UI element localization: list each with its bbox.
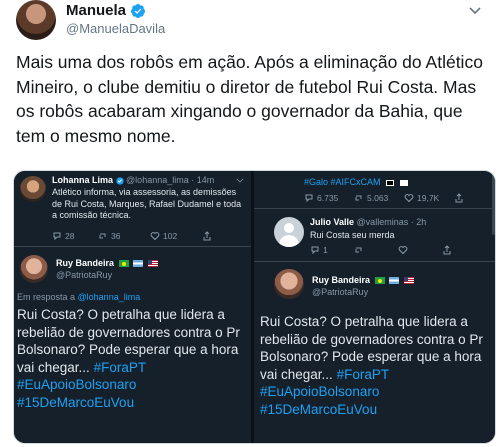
argentina-flag-icon xyxy=(133,260,144,268)
brazil-flag-icon xyxy=(118,260,129,268)
reply-action[interactable]: 6.735 xyxy=(304,193,338,203)
usa-flag-icon xyxy=(147,260,158,268)
quoted-author-handle: @valleminas · 2h xyxy=(356,217,427,227)
top-hashtags: #Galo #AIFCxCAM xyxy=(304,177,408,189)
reply-count: 28 xyxy=(65,231,75,241)
share-action[interactable] xyxy=(202,231,212,241)
heart-icon xyxy=(150,232,160,241)
reply-icon xyxy=(311,246,319,255)
quoted-author-handle: @lohanna_lima · 14m xyxy=(126,175,215,185)
like-action[interactable]: 19,7K xyxy=(404,193,439,203)
quoted-author-row: Lohanna Lima @lohanna_lima · 14m xyxy=(52,175,214,185)
heart-icon xyxy=(404,194,414,203)
author-name[interactable]: Manuela xyxy=(66,2,126,19)
top-hashtags-text[interactable]: #Galo #AIFCxCAM xyxy=(304,177,381,187)
hashtag-foraPT[interactable]: #ForaPT xyxy=(94,360,147,375)
reply-to-prefix: Em resposta a xyxy=(17,292,78,302)
quoted-author-row: Julio Valle @valleminas · 2h xyxy=(310,217,426,227)
tweet-text: Mais uma dos robôs em ação. Após a elimi… xyxy=(16,52,483,146)
author-handle[interactable]: @ManuelaDavila xyxy=(66,21,165,36)
reply-to-line: Em resposta a @lohanna_lima xyxy=(17,292,140,302)
tweet-media-image[interactable]: Lohanna Lima @lohanna_lima · 14m Atlétic… xyxy=(13,170,496,444)
share-icon xyxy=(443,245,451,255)
retweet-icon xyxy=(355,195,362,201)
tweet-header: Manuela @ManuelaDavila xyxy=(16,0,486,44)
share-action[interactable] xyxy=(442,245,452,255)
reply-action[interactable]: 28 xyxy=(52,231,74,241)
reply-author-name: Ruy Bandeira xyxy=(56,258,115,268)
hashtag-15DeMarcoEuVou[interactable]: #15DeMarcoEuVou xyxy=(260,402,377,417)
hashtag-foraPT[interactable]: #ForaPT xyxy=(337,367,390,382)
retweet-icon xyxy=(355,247,362,253)
reply-icon xyxy=(53,232,61,241)
share-icon xyxy=(203,231,211,241)
quoted-tweet-text: Atlético informa, via assessoria, as dem… xyxy=(52,187,242,220)
hashtag-15DeMarcoEuVou[interactable]: #15DeMarcoEuVou xyxy=(17,395,134,410)
argentina-flag-icon xyxy=(389,277,400,285)
reply-tweet-text: Rui Costa? O petralha que lidera a rebel… xyxy=(260,313,494,418)
usa-flag-icon xyxy=(403,277,414,285)
reply-author-name: Ruy Bandeira xyxy=(312,275,371,285)
brazil-flag-icon xyxy=(374,277,385,285)
left-screenshot-panel: Lohanna Lima @lohanna_lima · 14m Atlétic… xyxy=(14,171,251,443)
retweet-action[interactable] xyxy=(354,245,364,255)
flag-icon xyxy=(399,179,408,186)
separator xyxy=(14,246,251,247)
heart-icon xyxy=(398,246,408,255)
like-count: 102 xyxy=(163,231,178,241)
hashtag-euApoioBolsonaro[interactable]: #EuApoioBolsonaro xyxy=(260,384,379,399)
reply-action[interactable]: 1 xyxy=(310,245,328,255)
flag-icon xyxy=(386,179,395,186)
reply-to-handle[interactable]: @lohanna_lima xyxy=(78,292,141,302)
separator xyxy=(254,208,495,209)
author-name-row: Manuela xyxy=(66,2,146,19)
retweet-action[interactable]: 5.063 xyxy=(354,193,388,203)
author-avatar[interactable] xyxy=(16,0,56,40)
chevron-down-icon xyxy=(236,178,244,183)
share-icon xyxy=(455,193,463,203)
quoted-avatar xyxy=(20,176,46,202)
retweet-count: 5.063 xyxy=(367,193,389,203)
reply-author-row: Ruy Bandeira xyxy=(312,275,414,285)
like-action[interactable] xyxy=(398,245,408,255)
hashtag-euApoioBolsonaro[interactable]: #EuApoioBolsonaro xyxy=(17,377,136,392)
quoted-tweet-text: Rui Costa seu merda xyxy=(310,230,395,240)
reply-author-handle: @PatriotaRuy xyxy=(56,270,113,280)
reply-tweet-text: Rui Costa? O petralha que lidera a rebel… xyxy=(17,306,249,411)
retweet-count: 36 xyxy=(111,231,121,241)
reply-count: 1 xyxy=(323,245,328,255)
share-action[interactable] xyxy=(454,193,464,203)
like-count: 19,7K xyxy=(417,193,440,203)
separator xyxy=(254,261,495,262)
verified-badge-icon xyxy=(115,176,124,185)
like-action[interactable]: 102 xyxy=(150,231,177,241)
retweet-icon xyxy=(99,233,106,239)
reply-icon xyxy=(305,194,313,203)
reply-author-avatar xyxy=(274,269,304,299)
quoted-author-name: Lohanna Lima xyxy=(52,175,114,185)
reply-count: 6.735 xyxy=(317,193,339,203)
retweet-action[interactable]: 36 xyxy=(98,231,120,241)
reply-author-avatar xyxy=(20,255,48,283)
scrollbar xyxy=(492,175,495,235)
reply-author-row: Ruy Bandeira xyxy=(56,258,158,268)
right-screenshot-panel: #Galo #AIFCxCAM 6.735 5.063 19,7K Julio … xyxy=(254,171,495,443)
verified-badge-icon xyxy=(131,3,146,18)
quoted-avatar-default xyxy=(274,217,304,247)
quoted-author-name: Julio Valle xyxy=(310,217,355,227)
reply-author-handle: @PatriotaRuy xyxy=(312,287,369,297)
chevron-down-icon[interactable] xyxy=(468,6,482,16)
